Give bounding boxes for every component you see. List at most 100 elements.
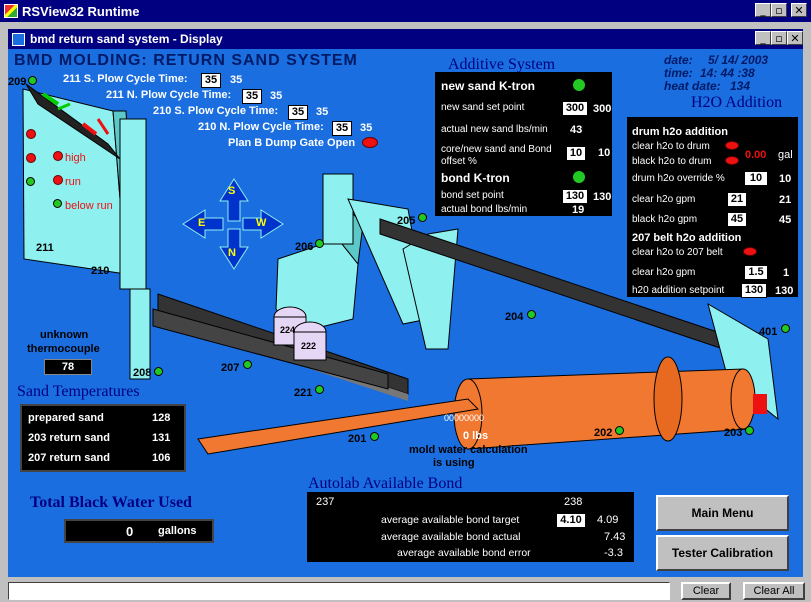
tag-207-led (243, 360, 252, 369)
date-value: 5/ 14/ 2003 (708, 53, 769, 67)
tag-201: 201 (348, 433, 367, 445)
bond-target-input[interactable]: 4.10 (556, 513, 586, 528)
core-offset-actual: 10 (598, 147, 611, 159)
level-below-label: below run (65, 200, 113, 212)
drum-gal-unit: gal (778, 149, 793, 161)
thermo-label-1: unknown (40, 329, 89, 341)
actual-bond-label: actual bond lbs/min (441, 204, 528, 215)
core-offset-input[interactable]: 10 (566, 146, 586, 161)
sand-temps-title: Sand Temperatures (17, 383, 140, 400)
display-title: bmd return sand system - Display (30, 32, 223, 46)
sand-temp-row-3-value: 106 (152, 452, 171, 464)
clear-button[interactable]: Clear (681, 582, 731, 600)
app-icon (4, 4, 18, 18)
clear-drum-label: clear h2o to drum (632, 141, 710, 152)
plow-210s-actual: 35 (316, 106, 329, 118)
date-label: date: (664, 53, 693, 67)
drum-override-input[interactable]: 10 (744, 171, 768, 186)
display-title-bar: bmd return sand system - Display _ ▫ ✕ (8, 29, 803, 49)
plow-211n-input[interactable]: 35 (242, 89, 262, 104)
bond-target-actual: 4.09 (597, 514, 619, 526)
thermo-value-box: 78 (44, 359, 92, 375)
bin-right-run-led (53, 175, 63, 185)
plan-b-indicator (362, 137, 378, 148)
h2o-panel: drum h2o addition clear h2o to drum blac… (627, 117, 798, 298)
black-gpm-actual: 45 (779, 214, 792, 226)
plow-211s-actual: 35 (230, 74, 243, 86)
tag-206: 206 (295, 241, 314, 253)
clear-gpm-label: clear h2o gpm (632, 194, 696, 205)
heat-date-value: 134 (730, 79, 751, 93)
clear-drum-indicator (725, 141, 739, 150)
time-label: time: (664, 66, 693, 80)
black-water-panel: 0 gallons (64, 519, 214, 543)
new-sand-ktron-title: new sand K-tron (441, 79, 536, 93)
tag-210: 210 (91, 265, 110, 277)
bond-set-actual: 130 (593, 191, 612, 203)
thermo-label-2: thermocouple (27, 343, 100, 355)
plow-211s-label: 211 S. Plow Cycle Time: (63, 73, 188, 85)
tag-204-led (527, 310, 536, 319)
new-sand-ktron-led (572, 78, 586, 92)
plow-210s-input[interactable]: 35 (288, 105, 308, 120)
tag-401: 401 (759, 326, 778, 338)
setpoint-input[interactable]: 130 (741, 283, 767, 298)
autolab-col-237: 237 (316, 496, 335, 508)
belt-gpm-label: clear h2o gpm (632, 267, 696, 278)
tag-221: 221 (294, 387, 313, 399)
actual-bond-value: 19 (572, 204, 585, 216)
message-field (8, 582, 670, 600)
tag-208: 208 (133, 367, 152, 379)
tag-202-led (615, 426, 624, 435)
bond-ktron-led (572, 170, 586, 184)
app-title-bar: RSView32 Runtime _ ▫ ✕ (0, 0, 811, 22)
close-button[interactable]: ✕ (791, 3, 807, 17)
main-menu-button[interactable]: Main Menu (656, 495, 789, 531)
tag-224: 224 (280, 325, 296, 335)
setpoint-actual: 130 (775, 285, 794, 297)
tag-209-led (28, 76, 37, 85)
tag-205-led (418, 213, 427, 222)
display-close-button[interactable]: ✕ (787, 31, 803, 45)
drum-gal-value: 0.00 (745, 149, 767, 161)
new-sand-set-input[interactable]: 300 (562, 101, 588, 116)
tag-211: 211 (36, 242, 54, 254)
black-gpm-input[interactable]: 45 (727, 212, 747, 227)
mold-water-line-1: mold water calculation (409, 444, 528, 456)
tag-203-led (745, 426, 754, 435)
tag-203: 203 (724, 427, 743, 439)
display-restore-button[interactable]: ▫ (771, 31, 787, 45)
plow-210n-label: 210 N. Plow Cycle Time: (198, 121, 324, 133)
restore-button[interactable]: ▫ (771, 3, 787, 17)
rsview-window: RSView32 Runtime _ ▫ ✕ bmd return sand s… (0, 0, 811, 602)
display-minimize-button[interactable]: _ (755, 31, 771, 45)
bond-target-label: average available bond target (381, 514, 520, 526)
belt-gpm-input[interactable]: 1.5 (744, 265, 768, 280)
tester-calibration-button[interactable]: Tester Calibration (656, 535, 789, 571)
thermo-value: 78 (61, 361, 75, 373)
bond-set-input[interactable]: 130 (562, 189, 588, 204)
tag-222: 222 (301, 341, 317, 351)
h2o-title: H2O Addition (691, 94, 783, 111)
compass-east-label: E (198, 217, 206, 229)
actual-new-sand-value: 43 (570, 124, 583, 136)
mold-water-code: 00000000 (444, 413, 485, 423)
clear-all-button[interactable]: Clear All (743, 582, 805, 600)
tag-201-led (370, 432, 379, 441)
plow-211s-input[interactable]: 35 (201, 73, 221, 88)
clear-belt-label: clear h2o to 207 belt (632, 247, 723, 258)
sand-temp-row-2-label: 203 return sand (28, 432, 110, 444)
bond-error-value: -3.3 (604, 547, 623, 559)
sand-temp-row-3-label: 207 return sand (28, 452, 110, 464)
bin-left-below-led (26, 177, 35, 186)
clear-gpm-input[interactable]: 21 (727, 192, 747, 207)
tag-221-led (315, 385, 324, 394)
core-offset-label-1: core/new sand and Bond (441, 144, 552, 155)
heat-date-label: heat date: (664, 79, 721, 93)
plow-210n-input[interactable]: 35 (332, 121, 352, 136)
new-sand-set-actual: 300 (593, 103, 612, 115)
display-icon (12, 32, 25, 46)
tag-209: 209 (8, 76, 27, 88)
minimize-button[interactable]: _ (755, 3, 771, 17)
black-drum-label: black h2o to drum (632, 156, 712, 167)
